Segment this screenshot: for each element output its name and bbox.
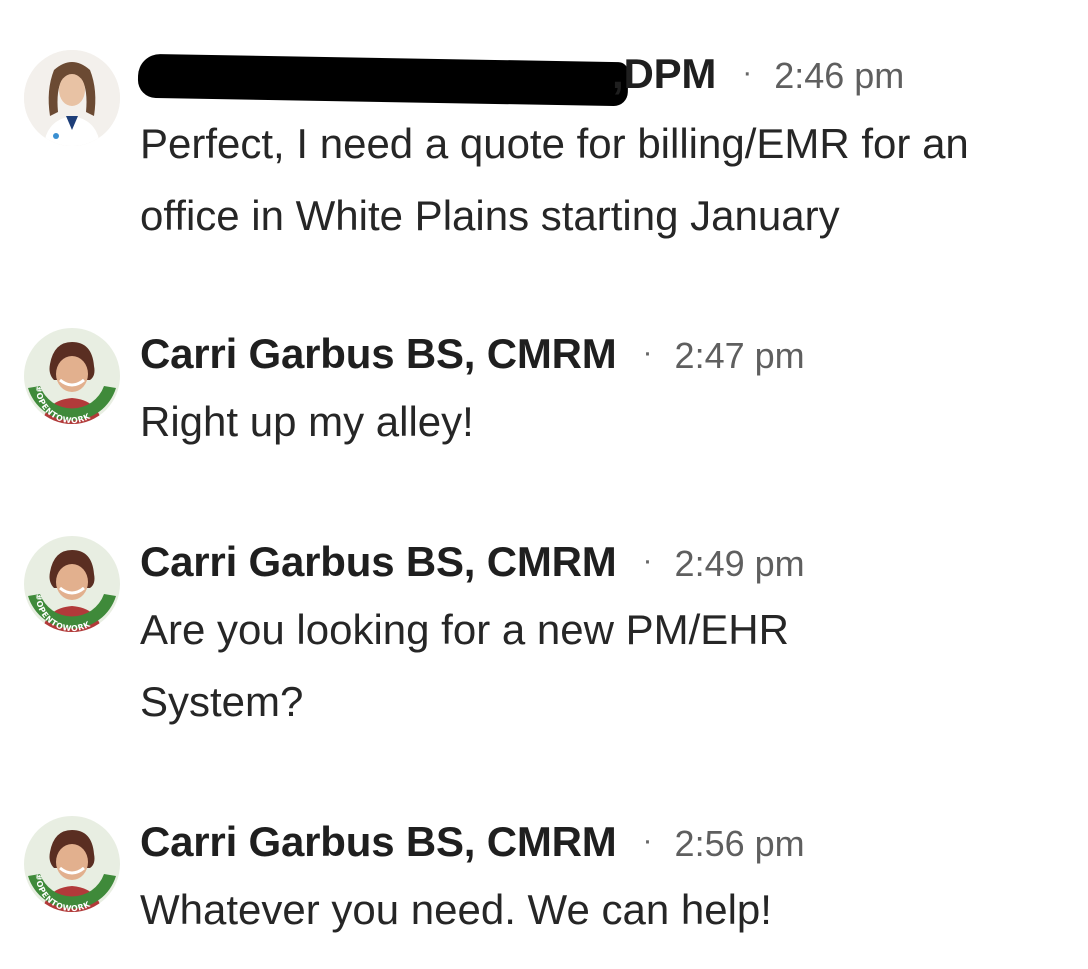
message-header: Carri Garbus BS, CMRM · 2:49 pm bbox=[140, 538, 805, 586]
sender-name-text: DPM bbox=[623, 50, 717, 97]
sender-avatar[interactable] bbox=[24, 50, 120, 146]
redaction-bar bbox=[137, 53, 629, 107]
message-time: 2:47 pm bbox=[674, 335, 805, 376]
separator-dot: · bbox=[742, 56, 753, 89]
sender-name[interactable]: Carri Garbus BS, CMRM bbox=[140, 330, 617, 378]
separator-dot: · bbox=[642, 336, 653, 369]
opentowork-avatar-icon: #OPENTOWORK bbox=[24, 816, 120, 912]
sender-name[interactable]: Carri Garbus BS, CMRM bbox=[140, 538, 617, 586]
separator-dot: · bbox=[642, 824, 653, 857]
person-avatar-icon bbox=[24, 50, 120, 146]
sender-avatar[interactable]: #OPENTOWORK bbox=[24, 816, 120, 912]
separator-dot: · bbox=[642, 544, 653, 577]
message-time: 2:49 pm bbox=[674, 543, 805, 584]
message-header: Carri Garbus BS, CMRM · 2:47 pm bbox=[140, 330, 805, 378]
opentowork-avatar-icon: #OPENTOWORK bbox=[24, 328, 120, 424]
sender-avatar[interactable]: #OPENTOWORK bbox=[24, 536, 120, 632]
message-text: Whatever you need. We can help! bbox=[140, 886, 772, 933]
sender-name[interactable]: ,DPM bbox=[612, 50, 716, 98]
message-header: ,DPM · 2:46 pm bbox=[612, 50, 904, 98]
message-header: Carri Garbus BS, CMRM · 2:56 pm bbox=[140, 818, 805, 866]
message-time: 2:46 pm bbox=[774, 55, 905, 96]
opentowork-avatar-icon: #OPENTOWORK bbox=[24, 536, 120, 632]
sender-name[interactable]: Carri Garbus BS, CMRM bbox=[140, 818, 617, 866]
message-text: Perfect, I need a quote for billing/EMR … bbox=[140, 120, 969, 239]
message-text: Are you looking for a new PM/EHR System? bbox=[140, 606, 789, 725]
message-time: 2:56 pm bbox=[674, 823, 805, 864]
sender-avatar[interactable]: #OPENTOWORK bbox=[24, 328, 120, 424]
sender-name-prefix: , bbox=[612, 50, 624, 97]
message-text: Right up my alley! bbox=[140, 398, 474, 445]
